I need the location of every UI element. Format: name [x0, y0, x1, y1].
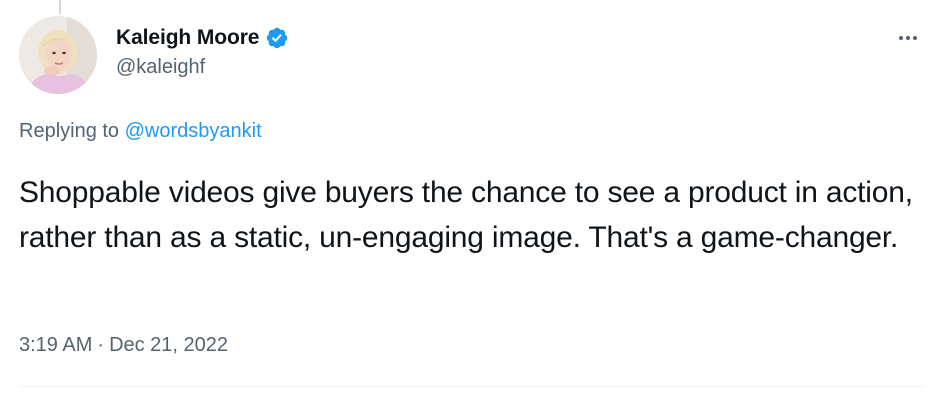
tweet-date-link[interactable]: Dec 21, 2022 — [109, 334, 228, 356]
replying-to-line: Replying to @wordsbyankit — [19, 120, 262, 143]
verified-badge-icon[interactable] — [265, 26, 289, 50]
author-block: Kaleigh Moore @kaleighf — [116, 22, 289, 79]
reply-mention-link[interactable]: @wordsbyankit — [125, 120, 262, 142]
replying-to-label: Replying to — [19, 120, 125, 142]
tweet-text: Shoppable videos give buyers the chance … — [19, 176, 913, 254]
more-options-icon — [899, 36, 917, 40]
author-name-row: Kaleigh Moore — [116, 22, 289, 54]
tweet-time-link[interactable]: 3:19 AM — [19, 334, 92, 356]
avatar-image — [19, 16, 97, 94]
thread-connector-line — [59, 0, 61, 14]
avatar[interactable] — [19, 16, 97, 94]
author-handle[interactable]: @kaleighf — [116, 56, 289, 79]
divider — [19, 386, 925, 387]
author-display-name[interactable]: Kaleigh Moore — [116, 26, 259, 50]
more-options-button[interactable] — [892, 22, 924, 54]
meta-separator: · — [97, 334, 105, 356]
tweet-metadata: 3:19 AM · Dec 21, 2022 — [19, 334, 228, 357]
